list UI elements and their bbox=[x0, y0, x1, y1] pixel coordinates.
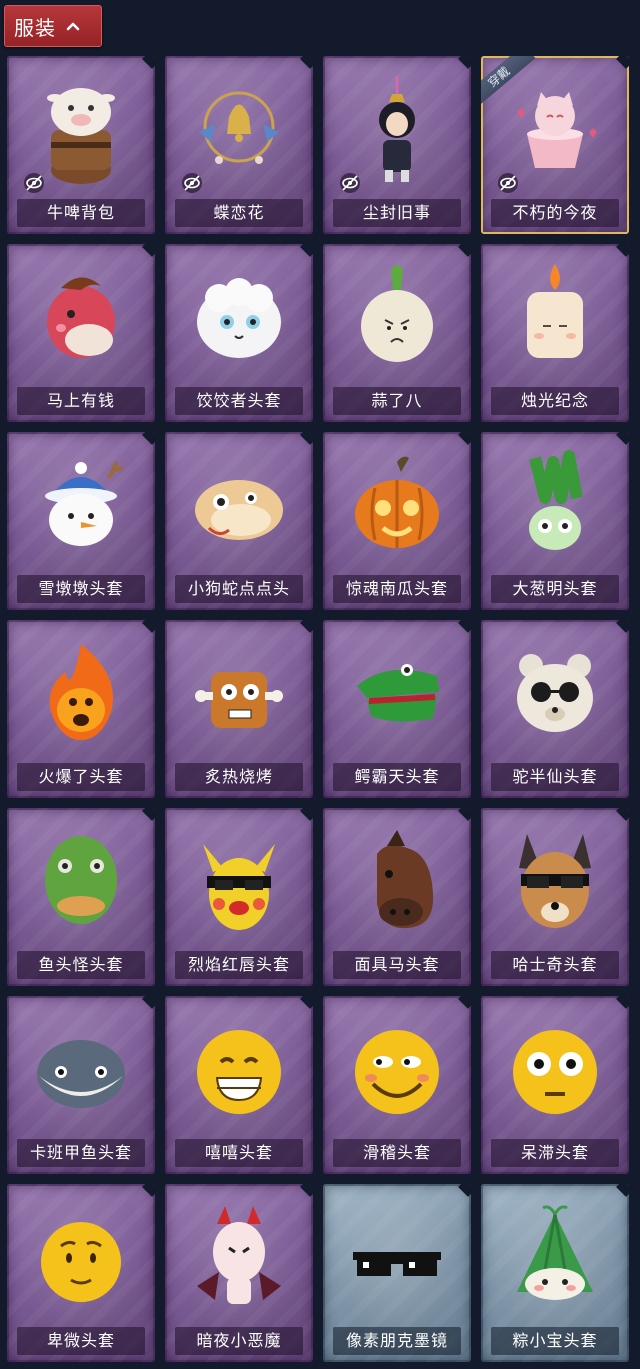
costume-card[interactable]: 卑微头套 bbox=[7, 1184, 155, 1362]
costume-name: 驼半仙头套 bbox=[491, 763, 619, 791]
fish-head-icon bbox=[45, 836, 117, 924]
cow-mug-icon bbox=[47, 88, 115, 184]
costume-card[interactable]: 火爆了头套 bbox=[7, 620, 155, 798]
costume-card[interactable]: 大葱明头套 bbox=[481, 432, 629, 610]
costume-name: 尘封旧事 bbox=[333, 199, 461, 227]
costume-name: 鳄霸天头套 bbox=[333, 763, 461, 791]
stare-head-icon bbox=[513, 1030, 597, 1114]
hidden-eye-icon[interactable] bbox=[339, 172, 361, 194]
costume-name: 牛啤背包 bbox=[17, 199, 145, 227]
costume-name: 烈焰红唇头套 bbox=[175, 951, 303, 979]
garlic-head-icon bbox=[361, 265, 433, 362]
costume-card[interactable]: 卡班甲鱼头套 bbox=[7, 996, 155, 1174]
costume-card[interactable]: 惊魂南瓜头套 bbox=[323, 432, 471, 610]
costume-card[interactable]: 鱼头怪头套 bbox=[7, 808, 155, 986]
charm-doll-icon bbox=[379, 76, 415, 182]
costume-card[interactable]: 牛啤背包 bbox=[7, 56, 155, 234]
cat-cup-icon bbox=[517, 92, 597, 168]
fire-head-icon bbox=[49, 644, 113, 740]
dumpling-head-icon bbox=[197, 278, 281, 358]
costume-name: 粽小宝头套 bbox=[491, 1327, 619, 1355]
candle-head-icon bbox=[527, 264, 583, 358]
bbq-head-icon bbox=[195, 672, 283, 728]
horse-mask-icon bbox=[377, 830, 434, 929]
snowman-head-icon bbox=[45, 461, 124, 546]
costume-card[interactable]: 穿戴 不朽的今夜 bbox=[481, 56, 629, 234]
costume-name: 小狗蛇点点头 bbox=[175, 575, 303, 603]
costume-name: 卑微头套 bbox=[17, 1327, 145, 1355]
costume-card[interactable]: 烛光纪念 bbox=[481, 244, 629, 422]
costume-name: 火爆了头套 bbox=[17, 763, 145, 791]
costume-name: 惊魂南瓜头套 bbox=[333, 575, 461, 603]
hidden-eye-icon[interactable] bbox=[181, 172, 203, 194]
costume-name: 炙热烧烤 bbox=[175, 763, 303, 791]
costume-card[interactable]: 呆滞头套 bbox=[481, 996, 629, 1174]
costume-name: 哈士奇头套 bbox=[491, 951, 619, 979]
pixel-glasses-icon bbox=[353, 1252, 441, 1276]
devil-head-icon bbox=[197, 1206, 281, 1304]
costume-name: 呆滞头套 bbox=[491, 1139, 619, 1167]
hidden-eye-icon[interactable] bbox=[23, 172, 45, 194]
costume-name: 马上有钱 bbox=[17, 387, 145, 415]
costume-card[interactable]: 哈士奇头套 bbox=[481, 808, 629, 986]
costume-name: 雪墩墩头套 bbox=[17, 575, 145, 603]
zongzi-head-icon bbox=[517, 1205, 593, 1300]
costume-card[interactable]: 暗夜小恶魔 bbox=[165, 1184, 313, 1362]
costume-name: 像素朋克墨镜 bbox=[333, 1327, 461, 1355]
costume-name: 蝶恋花 bbox=[175, 199, 303, 227]
costume-card[interactable]: 蒜了八 bbox=[323, 244, 471, 422]
costume-name: 暗夜小恶魔 bbox=[175, 1327, 303, 1355]
scallion-head-icon bbox=[529, 450, 583, 550]
costume-card[interactable]: 鳄霸天头套 bbox=[323, 620, 471, 798]
hidden-eye-icon[interactable] bbox=[497, 172, 519, 194]
costume-card[interactable]: 像素朋克墨镜 bbox=[323, 1184, 471, 1362]
husky-head-icon bbox=[519, 834, 591, 928]
costume-card[interactable]: 滑稽头套 bbox=[323, 996, 471, 1174]
costume-name: 面具马头套 bbox=[333, 951, 461, 979]
costume-name: 滑稽头套 bbox=[333, 1139, 461, 1167]
horse-head-icon bbox=[47, 277, 115, 358]
bell-wreath-icon bbox=[199, 91, 279, 164]
costume-card[interactable]: 嘻嘻头套 bbox=[165, 996, 313, 1174]
costume-card[interactable]: 雪墩墩头套 bbox=[7, 432, 155, 610]
costume-card[interactable]: 尘封旧事 bbox=[323, 56, 471, 234]
crocodile-head-icon bbox=[357, 664, 439, 722]
costume-name: 鱼头怪头套 bbox=[17, 951, 145, 979]
costume-card[interactable]: 炙热烧烤 bbox=[165, 620, 313, 798]
costume-card[interactable]: 小狗蛇点点头 bbox=[165, 432, 313, 610]
pikachu-head-icon bbox=[203, 844, 275, 930]
section-title: 服装 bbox=[14, 15, 56, 40]
pumpkin-head-icon bbox=[355, 456, 439, 548]
bear-head-icon bbox=[517, 654, 593, 732]
snake-dog-head-icon bbox=[195, 480, 283, 540]
costume-name: 大葱明头套 bbox=[491, 575, 619, 603]
costume-card[interactable]: 烈焰红唇头套 bbox=[165, 808, 313, 986]
chevron-up-icon bbox=[66, 22, 80, 31]
smirk-head-icon bbox=[355, 1030, 439, 1114]
costume-card[interactable]: 马上有钱 bbox=[7, 244, 155, 422]
costume-section-header[interactable]: 服装 bbox=[4, 5, 102, 47]
costume-name: 卡班甲鱼头套 bbox=[17, 1139, 145, 1167]
costume-name: 蒜了八 bbox=[333, 387, 461, 415]
costume-card[interactable]: 蝶恋花 bbox=[165, 56, 313, 234]
costume-name: 不朽的今夜 bbox=[491, 199, 619, 227]
costume-name: 饺饺者头套 bbox=[175, 387, 303, 415]
grin-head-icon bbox=[197, 1030, 281, 1114]
costume-name: 烛光纪念 bbox=[491, 387, 619, 415]
costume-card[interactable]: 面具马头套 bbox=[323, 808, 471, 986]
blowfish-head-icon bbox=[37, 1040, 125, 1108]
costume-card[interactable]: 饺饺者头套 bbox=[165, 244, 313, 422]
humble-head-icon bbox=[41, 1222, 121, 1302]
costume-card[interactable]: 粽小宝头套 bbox=[481, 1184, 629, 1362]
costume-name: 嘻嘻头套 bbox=[175, 1139, 303, 1167]
costume-card[interactable]: 驼半仙头套 bbox=[481, 620, 629, 798]
